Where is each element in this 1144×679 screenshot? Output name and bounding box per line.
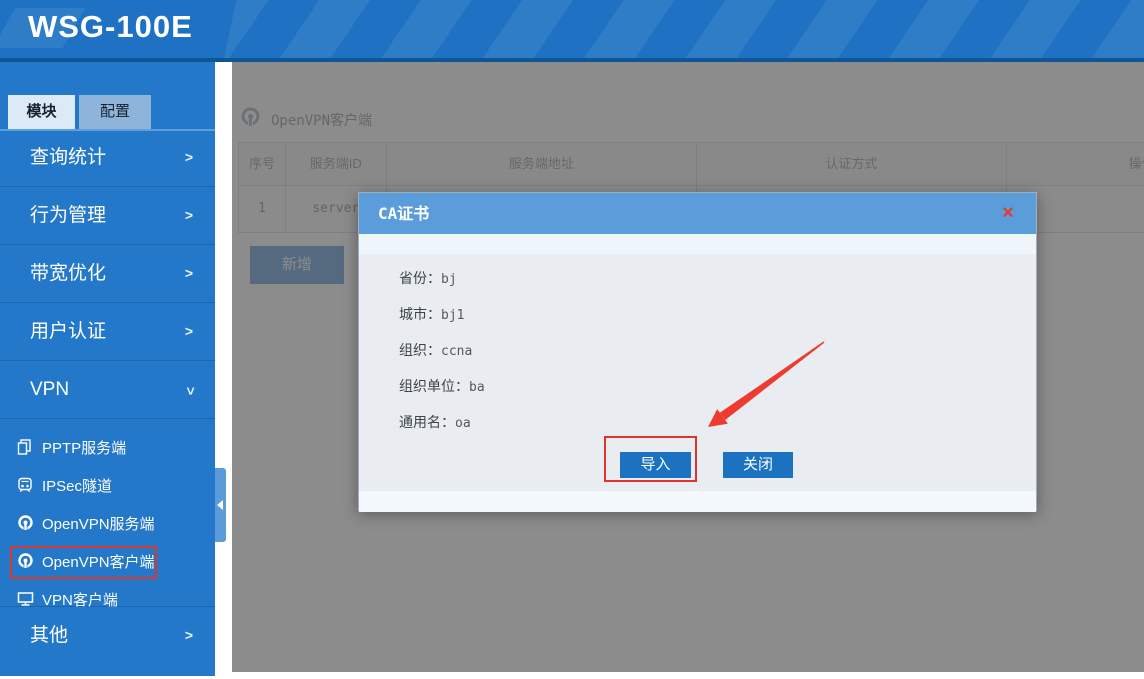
sidebar: 模块 配置 查询统计 > 行为管理 > 带宽优化 > 用户认证 > VPN > … [0, 62, 215, 676]
sidebar-item-label: 用户认证 [30, 303, 106, 360]
field-organization: 组织：ccna [399, 332, 472, 368]
ca-certificate-dialog: CA证书 × 省份：bj 城市：bj1 组织：ccna 组织单位：ba 通用名：… [358, 192, 1037, 511]
dialog-title: CA证书 [378, 193, 429, 234]
app-logo: WSG-100E [28, 9, 193, 45]
app-header: WSG-100E [0, 0, 1144, 58]
collapse-arrow-icon [217, 500, 223, 510]
sidebar-item-label: 带宽优化 [30, 245, 106, 302]
sidebar-subitem-label: IPSec隧道 [42, 475, 112, 496]
chevron-right-icon: > [185, 607, 193, 664]
chevron-down-icon: > [183, 387, 199, 395]
openvpn-icon [14, 513, 36, 533]
sidebar-item-ipsec-tunnel[interactable]: IPSec隧道 [0, 466, 215, 504]
field-value: ccna [441, 344, 472, 359]
field-label: 通用名： [399, 414, 455, 430]
field-label: 城市： [399, 306, 441, 322]
field-province: 省份：bj [399, 260, 457, 296]
chevron-right-icon: > [185, 129, 193, 186]
sidebar-item-openvpn-client[interactable]: OpenVPN客户端 [0, 542, 215, 580]
sidebar-item-bandwidth[interactable]: 带宽优化 > [0, 245, 215, 303]
field-label: 组织单位： [399, 378, 469, 394]
sidebar-item-label: VPN [30, 361, 69, 418]
sidebar-subitem-label: OpenVPN服务端 [42, 513, 155, 534]
import-button[interactable]: 导入 [620, 452, 691, 478]
sidebar-subitem-label: OpenVPN客户端 [42, 551, 155, 572]
field-value: bj [441, 272, 457, 287]
pptp-server-icon [14, 437, 36, 457]
sidebar-item-label: 查询统计 [30, 129, 106, 186]
sidebar-item-behavior-mgmt[interactable]: 行为管理 > [0, 187, 215, 245]
field-city: 城市：bj1 [399, 296, 464, 332]
field-label: 组织： [399, 342, 441, 358]
field-label: 省份： [399, 270, 441, 286]
sidebar-item-label: 其他 [30, 607, 68, 664]
dialog-footer-band [359, 491, 1036, 512]
sidebar-collapse-handle[interactable] [215, 468, 226, 542]
ipsec-tunnel-icon [14, 475, 36, 495]
field-value: oa [455, 416, 471, 431]
openvpn-icon [14, 551, 36, 571]
sidebar-item-pptp-server[interactable]: PPTP服务端 [0, 428, 215, 466]
sidebar-item-query-stats[interactable]: 查询统计 > [0, 129, 215, 187]
sidebar-item-user-auth[interactable]: 用户认证 > [0, 303, 215, 361]
sidebar-subitem-label: PPTP服务端 [42, 437, 126, 458]
close-icon[interactable]: × [996, 201, 1020, 225]
monitor-icon [14, 589, 36, 609]
chevron-right-icon: > [185, 303, 193, 360]
close-button[interactable]: 关闭 [723, 452, 793, 478]
tab-config[interactable]: 配置 [79, 95, 151, 129]
sidebar-item-vpn[interactable]: VPN > [0, 361, 215, 419]
field-org-unit: 组织单位：ba [399, 368, 485, 404]
tab-modules[interactable]: 模块 [8, 95, 75, 129]
field-value: bj1 [441, 308, 464, 323]
field-common-name: 通用名：oa [399, 404, 471, 440]
sidebar-item-other[interactable]: 其他 > [0, 607, 215, 665]
field-value: ba [469, 380, 485, 395]
chevron-right-icon: > [185, 245, 193, 302]
dialog-titlebar[interactable]: CA证书 × [359, 193, 1036, 234]
sidebar-item-openvpn-server[interactable]: OpenVPN服务端 [0, 504, 215, 542]
vpn-submenu: PPTP服务端 IPSec隧道 [0, 419, 215, 607]
sidebar-tabs: 模块 配置 [0, 62, 215, 129]
sidebar-item-label: 行为管理 [30, 187, 106, 244]
dialog-top-band [359, 234, 1036, 254]
chevron-right-icon: > [185, 187, 193, 244]
